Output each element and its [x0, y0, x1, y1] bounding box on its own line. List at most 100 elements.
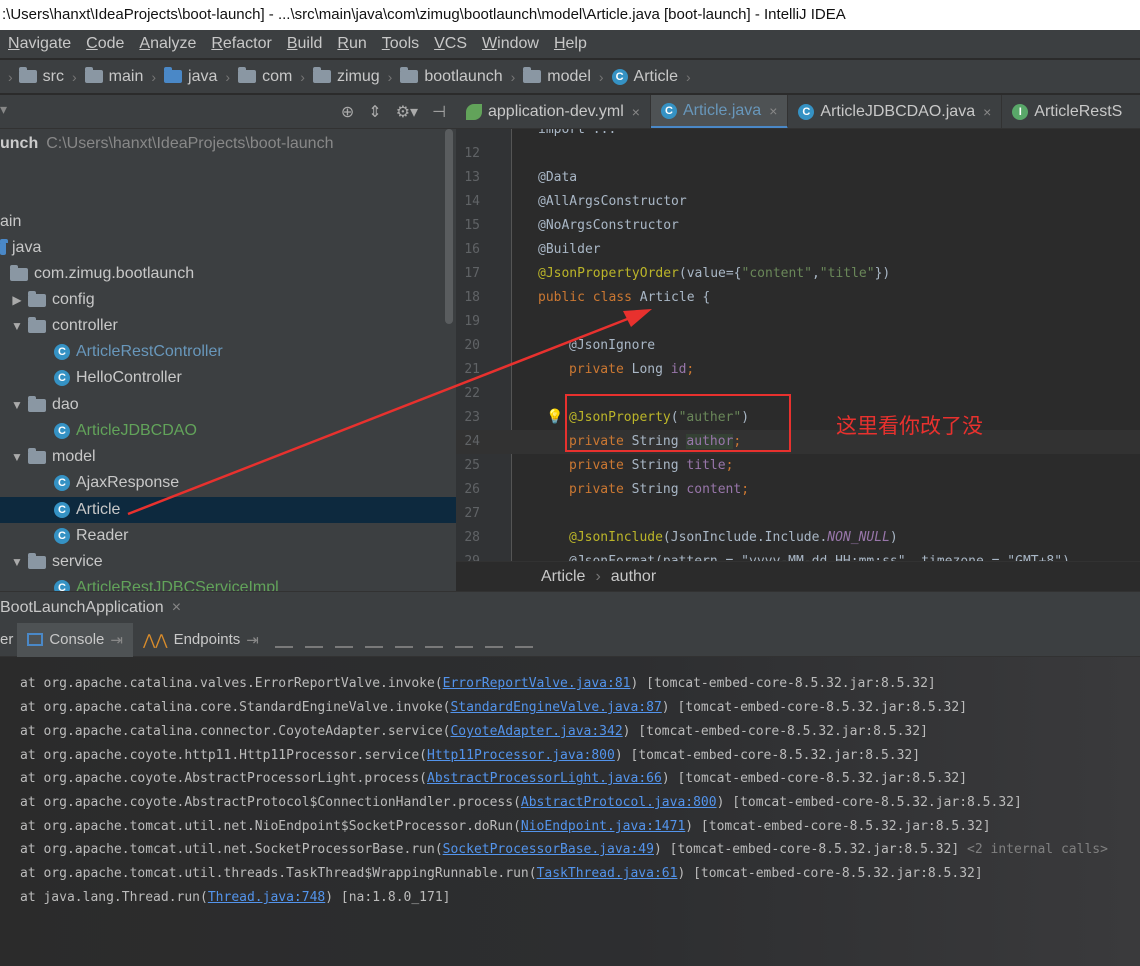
tree-root[interactable]: unch C:\Users\hanxt\IdeaProjects\boot-lau… — [0, 131, 456, 157]
tree-item-service[interactable]: ▼ service — [0, 549, 456, 575]
crumb-model[interactable]: model › — [523, 67, 604, 86]
tree-item-hellocontroller[interactable]: C HelloController — [0, 365, 456, 391]
close-icon[interactable]: × — [632, 104, 640, 120]
step-over-icon[interactable] — [304, 632, 323, 648]
lightbulb-icon[interactable]: 💡 — [546, 405, 563, 429]
crumb-main[interactable]: main › — [84, 67, 156, 86]
crumb-src[interactable]: › src › — [8, 67, 77, 86]
tree-item-articlerestjdbcserviceimpl[interactable]: C ArticleRestJDBCServiceImpl — [0, 575, 456, 591]
tree-item-reader[interactable]: C Reader — [0, 523, 456, 549]
crumb-java[interactable]: java › — [164, 67, 230, 86]
crumb-com[interactable]: com › — [238, 67, 305, 86]
tab-articlerests[interactable]: I ArticleRestS — [1002, 95, 1132, 128]
menu-code[interactable]: Code — [86, 35, 124, 53]
code-text: @Builder — [538, 242, 601, 257]
menu-vcs[interactable]: VCS — [434, 35, 467, 53]
menu-window[interactable]: Window — [482, 35, 539, 53]
collapse-arrow-icon[interactable]: ▼ — [10, 549, 24, 575]
source-link[interactable]: Http11Processor.java:800 — [427, 748, 615, 763]
class-icon: C — [54, 344, 70, 360]
tab-label: ArticleRestS — [1034, 103, 1123, 120]
line-number: 27 — [464, 506, 480, 521]
step-into-icon[interactable] — [334, 632, 353, 648]
menu-navigate[interactable]: Navigate — [8, 35, 71, 53]
settings-gear-icon[interactable]: ⚙▾ — [396, 102, 418, 122]
tree-item-config[interactable]: ▶ config — [0, 287, 456, 313]
source-link[interactable]: StandardEngineValve.java:87 — [450, 700, 661, 715]
crumb-field[interactable]: author — [611, 568, 656, 585]
package-icon — [28, 316, 46, 333]
close-icon[interactable]: × — [983, 104, 991, 120]
collapse-all-icon[interactable]: ⇕ — [368, 102, 381, 122]
project-scrollbar[interactable] — [445, 129, 453, 324]
menu-run[interactable]: Run — [337, 35, 366, 53]
collapse-arrow-icon[interactable]: ▼ — [10, 313, 24, 339]
folded-imports[interactable]: import ... — [538, 129, 616, 142]
locate-icon[interactable]: ⊕ — [341, 102, 354, 122]
tree-item-article[interactable]: C Article — [0, 497, 456, 523]
up-stack-icon[interactable] — [274, 632, 293, 648]
tree-item-articlejdbcdao[interactable]: C ArticleJDBCDAO — [0, 418, 456, 444]
tree-item-dao[interactable]: ▼ dao — [0, 392, 456, 418]
tab-endpoints[interactable]: ⋀⋀ Endpoints ⇥ — [133, 623, 269, 657]
crumb-class[interactable]: Article — [541, 568, 585, 585]
tab-previous[interactable]: er — [0, 631, 17, 648]
source-link[interactable]: AbstractProcessorLight.java:66 — [427, 771, 662, 786]
tree-item-articlerestcontroller[interactable]: C ArticleRestController — [0, 339, 456, 365]
crumb-article[interactable]: C Article › — [611, 68, 691, 86]
folder-icon — [84, 67, 103, 83]
menu-tools[interactable]: Tools — [382, 35, 419, 53]
collapse-arrow-icon[interactable]: ▼ — [10, 444, 24, 470]
tab-article-java[interactable]: C Article.java × — [650, 95, 789, 128]
tree-item-java[interactable]: java — [0, 235, 456, 261]
tree-item-main[interactable]: ain — [0, 209, 456, 235]
settings-icon[interactable] — [514, 632, 533, 648]
code-token: ; — [686, 362, 695, 377]
menu-refactor[interactable]: Refactor — [211, 35, 271, 53]
tree-item-package[interactable]: com.zimug.bootlaunch — [0, 261, 456, 287]
menu-analyze[interactable]: Analyze — [139, 35, 196, 53]
console-line: at java.lang.Thread.run(Thread.java:748)… — [20, 886, 450, 910]
tree-item-controller[interactable]: ▼ controller — [0, 313, 456, 339]
crumb-bootlaunch[interactable]: bootlaunch › — [400, 67, 515, 86]
tree-label: java — [12, 239, 42, 256]
package-icon — [400, 67, 419, 83]
menu-build[interactable]: Build — [287, 35, 323, 53]
dropdown-caret-icon[interactable]: ▾ — [0, 101, 7, 118]
tab-console[interactable]: Console ⇥ — [17, 622, 133, 657]
tree-item-model[interactable]: ▼ model — [0, 444, 456, 470]
collapse-arrow-icon[interactable]: ▼ — [10, 392, 24, 418]
code-line: 18 public class Article { — [456, 286, 1140, 310]
source-link[interactable]: NioEndpoint.java:1471 — [521, 819, 685, 834]
console-output[interactable]: at org.apache.catalina.valves.ErrorRepor… — [0, 657, 1140, 966]
source-link[interactable]: TaskThread.java:61 — [537, 866, 678, 881]
hide-panel-icon[interactable]: ⊣ — [432, 102, 446, 122]
crumb-zimug[interactable]: zimug › — [312, 67, 392, 86]
code-token: ) — [889, 530, 898, 545]
tree-label: controller — [52, 317, 118, 334]
force-step-into-icon[interactable] — [364, 632, 383, 648]
internal-calls-folding[interactable]: <2 internal calls> — [959, 842, 1108, 857]
drop-frame-icon[interactable] — [424, 632, 443, 648]
pin-icon[interactable]: ⇥ — [246, 631, 259, 649]
run-to-cursor-icon[interactable] — [454, 632, 473, 648]
tab-articlejdbcdao-java[interactable]: C ArticleJDBCDAO.java × — [788, 95, 1003, 128]
evaluate-icon[interactable] — [484, 632, 503, 648]
source-link[interactable]: AbstractProtocol.java:800 — [521, 795, 717, 810]
annotation: @JsonPropertyOrder — [538, 266, 679, 281]
code-editor[interactable]: import ... 12 13 @Data 14 @AllArgsConstruc… — [456, 129, 1140, 561]
expand-arrow-icon[interactable]: ▶ — [10, 287, 24, 313]
step-out-icon[interactable] — [394, 632, 413, 648]
source-link[interactable]: ErrorReportValve.java:81 — [443, 676, 631, 691]
source-link[interactable]: Thread.java:748 — [208, 890, 325, 905]
source-link[interactable]: CoyoteAdapter.java:342 — [450, 724, 622, 739]
pin-icon[interactable]: ⇥ — [110, 631, 123, 649]
close-icon[interactable]: × — [769, 103, 777, 119]
tab-application-dev-yml[interactable]: application-dev.yml × — [456, 95, 651, 128]
package-icon — [238, 67, 257, 83]
tree-item-ajaxresponse[interactable]: C AjaxResponse — [0, 470, 456, 496]
menu-help[interactable]: Help — [554, 35, 587, 53]
run-config-tab[interactable]: BootLaunchApplication × — [0, 592, 193, 624]
source-link[interactable]: SocketProcessorBase.java:49 — [443, 842, 654, 857]
close-icon[interactable]: × — [172, 599, 181, 616]
